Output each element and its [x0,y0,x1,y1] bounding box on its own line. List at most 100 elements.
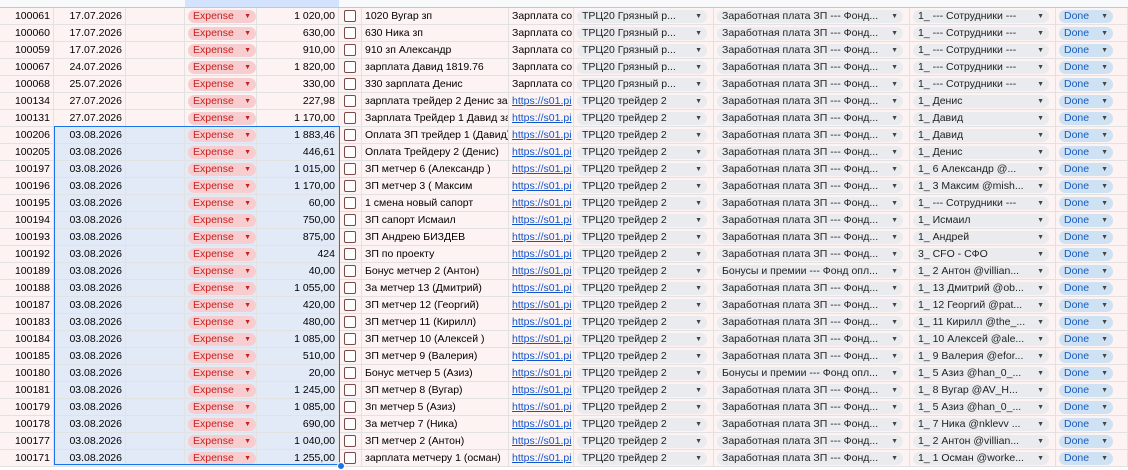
employee-cell[interactable]: 1_ Денис ▼ [910,144,1056,161]
type-dropdown[interactable]: Expense ▼ [188,282,256,295]
employee-dropdown[interactable]: 1_ Давид ▼ [913,129,1049,142]
checkbox-cell[interactable] [339,8,362,25]
id-cell[interactable]: 100196 [0,178,54,195]
employee-cell[interactable]: 1_ 1 Осман @worke... ▼ [910,450,1056,467]
category-dropdown[interactable]: Заработная плата ЗП --- Фонд... ▼ [717,350,903,363]
checkbox-icon[interactable] [344,282,356,294]
amount-cell[interactable]: 40,00 [257,263,339,280]
status-dropdown[interactable]: Done ▼ [1059,61,1113,74]
location-dropdown[interactable]: ТРЦ20 трейдер 2 ▼ [577,282,707,295]
desc-cell[interactable]: Зп метчер 5 (Азиз) [362,399,509,416]
amount-cell[interactable]: 1 085,00 [257,399,339,416]
desc-cell[interactable]: ЗП по проекту [362,246,509,263]
date-cell[interactable]: 03.08.2026 [54,246,126,263]
id-cell[interactable]: 100188 [0,280,54,297]
status-dropdown[interactable]: Done ▼ [1059,27,1113,40]
status-dropdown[interactable]: Done ▼ [1059,78,1113,91]
type-cell[interactable]: Expense ▼ [185,331,257,348]
doc-link[interactable]: https://s01.pi [509,263,574,280]
location-dropdown[interactable]: ТРЦ20 трейдер 2 ▼ [577,180,707,193]
doc-link[interactable]: https://s01.pi [509,365,574,382]
id-cell[interactable]: 100184 [0,331,54,348]
employee-cell[interactable]: 1_ 12 Георгий @pat... ▼ [910,297,1056,314]
location-dropdown[interactable]: ТРЦ20 Грязный р... ▼ [577,61,707,74]
status-cell[interactable]: Done ▼ [1056,450,1128,467]
desc-cell[interactable]: За метчер 13 (Дмитрий) [362,280,509,297]
location-cell[interactable]: ТРЦ20 трейдер 2 ▼ [574,280,714,297]
id-cell[interactable]: 100171 [0,450,54,467]
category-dropdown[interactable]: Заработная плата ЗП --- Фонд... ▼ [717,248,903,261]
status-cell[interactable]: Done ▼ [1056,246,1128,263]
employee-dropdown[interactable]: 1_ --- Сотрудники --- ▼ [913,197,1049,210]
desc-cell[interactable]: Бонус метчер 5 (Азиз) [362,365,509,382]
desc-cell[interactable]: 630 Ника зп [362,25,509,42]
checkbox-icon[interactable] [344,10,356,22]
location-dropdown[interactable]: ТРЦ20 трейдер 2 ▼ [577,452,707,465]
id-cell[interactable]: 100194 [0,212,54,229]
location-dropdown[interactable]: ТРЦ20 трейдер 2 ▼ [577,248,707,261]
doc-cell[interactable]: Зарплата со [509,59,574,76]
id-cell[interactable]: 100068 [0,76,54,93]
type-dropdown[interactable]: Expense ▼ [188,384,256,397]
category-dropdown[interactable]: Заработная плата ЗП --- Фонд... ▼ [717,435,903,448]
employee-dropdown[interactable]: 3_ CFO - СФО ▼ [913,248,1049,261]
id-cell[interactable]: 100195 [0,195,54,212]
desc-cell[interactable]: 330 зарплата Денис [362,76,509,93]
status-dropdown[interactable]: Done ▼ [1059,401,1113,414]
amount-cell[interactable]: 630,00 [257,25,339,42]
type-cell[interactable]: Expense ▼ [185,110,257,127]
employee-cell[interactable]: 1_ 13 Дмитрий @ob... ▼ [910,280,1056,297]
id-cell[interactable]: 100183 [0,314,54,331]
doc-text[interactable]: https://s01.pi [512,401,572,413]
location-dropdown[interactable]: ТРЦ20 Грязный р... ▼ [577,10,707,23]
checkbox-cell[interactable] [339,433,362,450]
status-cell[interactable]: Done ▼ [1056,263,1128,280]
type-cell[interactable]: Expense ▼ [185,450,257,467]
location-dropdown[interactable]: ТРЦ20 трейдер 2 ▼ [577,95,707,108]
doc-link[interactable]: https://s01.pi [509,416,574,433]
checkbox-cell[interactable] [339,416,362,433]
status-cell[interactable]: Done ▼ [1056,331,1128,348]
type-cell[interactable]: Expense ▼ [185,348,257,365]
doc-text[interactable]: https://s01.pi [512,316,572,328]
location-dropdown[interactable]: ТРЦ20 трейдер 2 ▼ [577,384,707,397]
checkbox-cell[interactable] [339,25,362,42]
date-cell[interactable]: 03.08.2026 [54,382,126,399]
location-cell[interactable]: ТРЦ20 трейдер 2 ▼ [574,382,714,399]
checkbox-icon[interactable] [344,418,356,430]
empty-cell[interactable] [126,93,185,110]
location-dropdown[interactable]: ТРЦ20 трейдер 2 ▼ [577,350,707,363]
empty-cell[interactable] [126,110,185,127]
type-cell[interactable]: Expense ▼ [185,280,257,297]
location-dropdown[interactable]: ТРЦ20 трейдер 2 ▼ [577,146,707,159]
location-dropdown[interactable]: ТРЦ20 трейдер 2 ▼ [577,231,707,244]
doc-text[interactable]: https://s01.pi [512,197,572,209]
checkbox-icon[interactable] [344,452,356,464]
empty-cell[interactable] [126,59,185,76]
status-dropdown[interactable]: Done ▼ [1059,367,1113,380]
status-dropdown[interactable]: Done ▼ [1059,350,1113,363]
employee-cell[interactable]: 1_ --- Сотрудники --- ▼ [910,25,1056,42]
type-dropdown[interactable]: Expense ▼ [188,452,256,465]
category-dropdown[interactable]: Заработная плата ЗП --- Фонд... ▼ [717,452,903,465]
employee-dropdown[interactable]: 1_ 1 Осман @worke... ▼ [913,452,1049,465]
date-cell[interactable]: 17.07.2026 [54,8,126,25]
checkbox-cell[interactable] [339,399,362,416]
status-dropdown[interactable]: Done ▼ [1059,129,1113,142]
location-cell[interactable]: ТРЦ20 трейдер 2 ▼ [574,297,714,314]
empty-cell[interactable] [126,144,185,161]
checkbox-icon[interactable] [344,248,356,260]
id-cell[interactable]: 100179 [0,399,54,416]
location-cell[interactable]: ТРЦ20 трейдер 2 ▼ [574,178,714,195]
type-dropdown[interactable]: Expense ▼ [188,112,256,125]
type-cell[interactable]: Expense ▼ [185,195,257,212]
location-dropdown[interactable]: ТРЦ20 трейдер 2 ▼ [577,435,707,448]
type-cell[interactable]: Expense ▼ [185,365,257,382]
desc-cell[interactable]: зарплата трейдер 2 Денис за [362,93,509,110]
status-dropdown[interactable]: Done ▼ [1059,316,1113,329]
amount-cell[interactable]: 875,00 [257,229,339,246]
status-dropdown[interactable]: Done ▼ [1059,435,1113,448]
doc-link[interactable]: https://s01.pi [509,348,574,365]
checkbox-icon[interactable] [344,78,356,90]
category-cell[interactable]: Заработная плата ЗП --- Фонд... ▼ [714,246,910,263]
